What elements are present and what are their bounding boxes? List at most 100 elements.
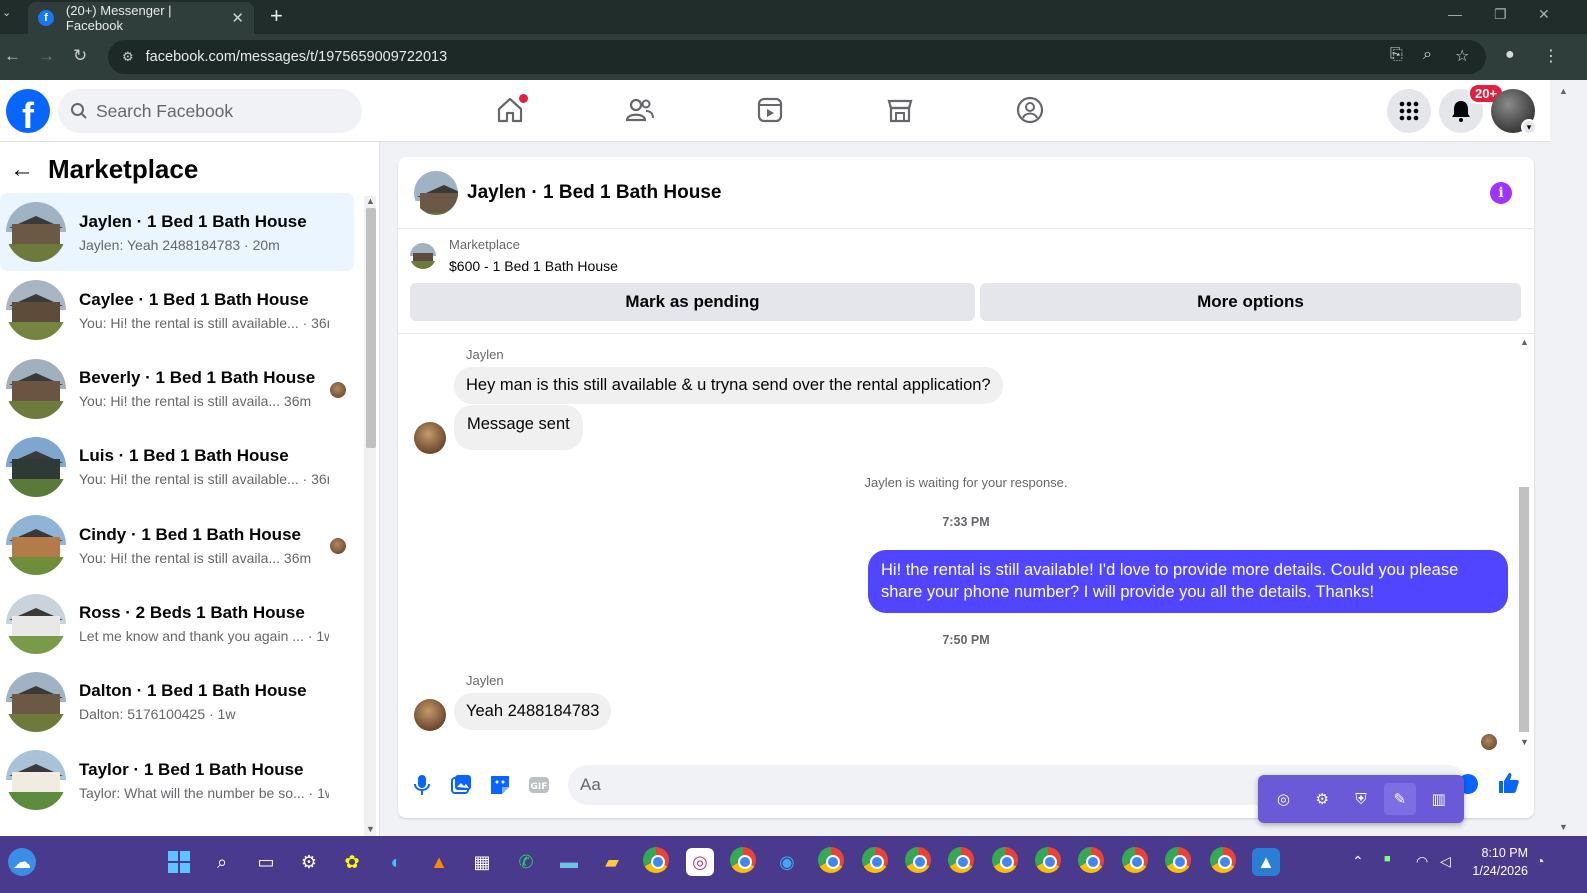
bar-chart-icon[interactable]: ▥ [1423,783,1455,815]
chrome-icon[interactable] [862,847,888,873]
conversation-item[interactable]: Luis · 1 Bed 1 Bath House You: Hi! the re… [0,428,354,506]
search-input[interactable] [96,100,336,122]
tray-app-icon[interactable]: ■ [1384,853,1391,865]
restore-icon[interactable]: ❐ [1494,6,1507,23]
window-close-icon[interactable]: ✕ [1538,6,1550,23]
system-clock[interactable]: 8:10 PM 1/24/2026 [1466,845,1528,880]
instagram-icon[interactable]: ◎ [686,848,714,876]
install-app-icon[interactable]: ⎘ [1390,46,1403,64]
chrome-icon[interactable] [1210,847,1236,873]
browser-tab[interactable]: f (20+) Messenger | Facebook ✕ [28,2,254,34]
volume-icon[interactable]: ◁ [1440,853,1451,870]
chrome-icon[interactable] [1078,847,1104,873]
reload-icon[interactable]: ↻ [73,46,87,66]
incoming-message[interactable]: Message sent [454,405,583,450]
steam-icon[interactable]: ⚙ [295,848,323,876]
incoming-message[interactable]: Yeah 2488184783 [454,693,612,730]
info-icon[interactable]: i [1490,182,1512,204]
scrollbar-thumb[interactable] [1519,487,1529,732]
photos-icon[interactable]: ▲ [1252,848,1280,876]
snapchat-icon[interactable]: ✿ [338,848,366,876]
feather-icon[interactable]: ✎ [1383,783,1416,815]
windows-start-icon[interactable] [165,848,193,876]
search-bar[interactable] [58,89,362,133]
more-options-button[interactable]: More options [980,283,1521,321]
minimize-icon[interactable]: — [1448,6,1462,22]
chrome-icon[interactable] [1165,847,1191,873]
gaming-icon[interactable] [1015,95,1045,125]
app-icon[interactable]: ◉ [773,848,801,876]
bookmark-star-icon[interactable]: ☆ [1455,46,1469,66]
microphone-icon[interactable] [410,773,434,797]
back-icon[interactable]: ← [4,46,21,66]
conversation-item[interactable]: Jaylen · 1 Bed 1 Bath House Jaylen: Yeah … [0,193,354,271]
thumbs-up-icon[interactable] [1497,771,1521,802]
address-bar[interactable]: ⚙ facebook.com/messages/t/19756590097220… [108,40,1486,74]
listing-summary[interactable]: Marketplace $600 - 1 Bed 1 Bath House [410,237,618,274]
conversation-item[interactable]: Taylor · 1 Bed 1 Bath House Taylor: What … [0,741,354,819]
file-explorer-icon[interactable]: ▰ [598,848,626,876]
contact-avatar[interactable] [414,422,446,454]
profile-icon[interactable]: ● [1505,46,1515,64]
search-icon[interactable]: ⌕ [208,848,236,876]
scroll-up-icon[interactable]: ▲ [1520,337,1529,347]
page-scrollbar[interactable]: ▲ ▼ [1550,80,1587,836]
friends-icon[interactable] [625,95,655,125]
chat-title[interactable]: Jaylen · 1 Bed 1 Bath House [467,182,721,204]
chrome-icon[interactable] [1122,847,1148,873]
shield-icon[interactable]: ⛨ [1345,783,1377,815]
scroll-up-icon[interactable]: ▲ [366,196,375,206]
task-view-icon[interactable]: ▭ [252,848,280,876]
gif-icon[interactable]: GIF [527,773,551,797]
chrome-icon[interactable] [905,847,931,873]
tab-search-icon[interactable]: ⌄ [2,6,11,19]
conversation-item[interactable]: Cindy · 1 Bed 1 Bath House You: Hi! the r… [0,506,354,584]
chrome-icon[interactable] [1035,847,1061,873]
whatsapp-icon[interactable]: ✆ [512,848,540,876]
scroll-down-icon[interactable]: ▼ [366,824,375,834]
scroll-down-icon[interactable]: ▼ [1520,737,1529,747]
store-icon[interactable]: ▦ [468,848,496,876]
back-arrow-icon[interactable]: ← [10,156,34,184]
marketplace-icon[interactable] [885,95,915,125]
vlc-icon[interactable]: ▲ [425,848,453,876]
site-info-icon[interactable]: ⚙ [122,49,134,65]
edge-icon[interactable]: ◐ [382,848,410,876]
message-input[interactable] [580,775,1180,795]
new-tab-button[interactable]: + [270,3,283,29]
forward-icon[interactable]: → [38,46,55,66]
scroll-up-icon[interactable]: ▲ [1559,86,1568,96]
conversation-item[interactable]: Ross · 2 Beds 1 Bath House Let me know an… [0,585,354,663]
camera-icon[interactable]: ◎ [1267,783,1299,815]
notification-center-icon[interactable]: ◔ [1536,853,1544,869]
conversation-item[interactable]: Dalton · 1 Bed 1 Bath House Dalton: 51761… [0,663,354,741]
chrome-icon[interactable] [643,847,669,873]
tray-chevron-up-icon[interactable]: ⌃ [1352,853,1364,870]
listing-thumbnail[interactable] [414,170,458,215]
incoming-message[interactable]: Hey man is this still available & u tryn… [454,367,1003,404]
tab-close-icon[interactable]: ✕ [231,9,244,27]
account-avatar[interactable]: ▾ [1491,89,1537,135]
conversation-item[interactable]: Beverly · 1 Bed 1 Bath House You: Hi! the… [0,350,354,428]
chrome-icon[interactable] [730,847,756,873]
conversation-item[interactable]: Caylee · 1 Bed 1 Bath House You: Hi! the … [0,271,354,349]
wifi-icon[interactable]: ◠ [1416,853,1428,870]
steam-icon[interactable]: ⚙ [1306,783,1338,815]
zoom-icon[interactable]: ⌕ [1423,46,1432,64]
facebook-logo-icon[interactable]: f [6,89,50,133]
outgoing-message[interactable]: Hi! the rental is still available! I'd l… [868,550,1508,613]
browser-menu-icon[interactable]: ⋮ [1543,46,1559,66]
photo-icon[interactable] [449,773,473,797]
contact-avatar[interactable] [414,699,446,731]
terminal-icon[interactable]: ▬ [555,848,583,876]
chrome-icon[interactable] [818,847,844,873]
chat-scrollbar[interactable]: ▲ ▼ [1518,337,1530,749]
conversation-scrollbar[interactable]: ▲ ▼ [364,196,376,836]
sticker-icon[interactable] [488,773,512,797]
chrome-icon[interactable] [948,847,974,873]
scrollbar-thumb[interactable] [366,208,376,448]
scroll-down-icon[interactable]: ▼ [1559,822,1568,832]
mark-as-pending-button[interactable]: Mark as pending [410,283,975,321]
menu-grid-icon[interactable] [1387,89,1431,133]
chrome-icon[interactable] [992,847,1018,873]
